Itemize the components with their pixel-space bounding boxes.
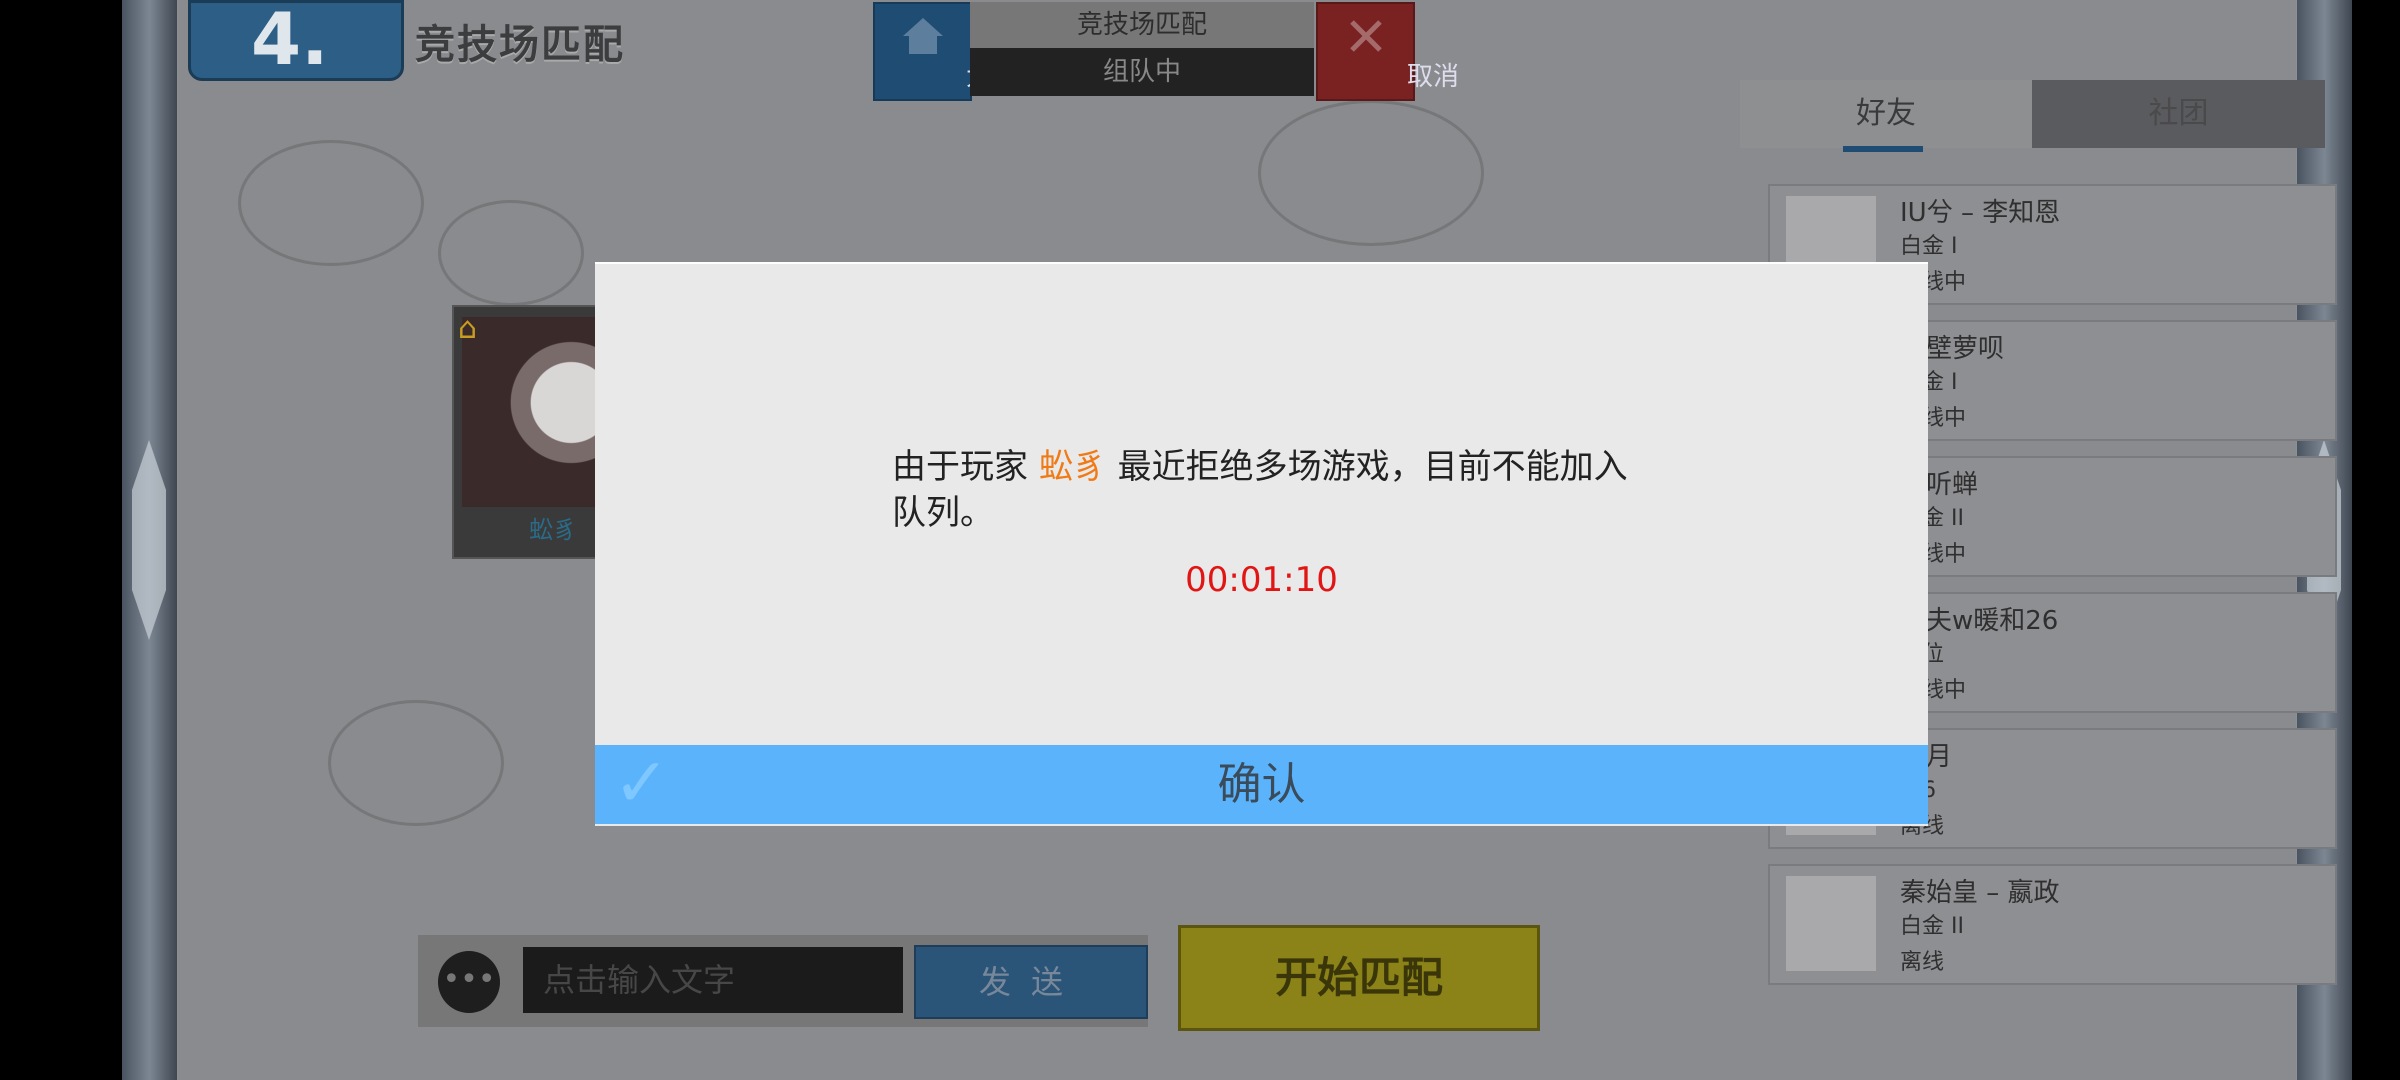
avatar	[1786, 876, 1876, 971]
tab-club[interactable]: 社团	[2032, 80, 2325, 148]
friend-rank: 白金 II	[1900, 914, 1964, 939]
cancel-button[interactable]: 取消	[1316, 2, 1459, 101]
queue-blocked-dialog: 由于玩家 蚣豸 最近拒绝多场游戏，目前不能加入队列。 00:01:10	[595, 262, 1928, 826]
dialog-player-name: 蚣豸	[1038, 447, 1107, 487]
home-icon	[902, 18, 943, 54]
left-rail	[122, 0, 177, 1080]
mode-title: 竞技场匹配	[970, 2, 1314, 48]
friend-name: 秦始皇 – 嬴政	[1900, 878, 2060, 908]
chat-bar: ••• 点击输入文字 发送	[418, 935, 1148, 1027]
send-button[interactable]: 发送	[914, 945, 1148, 1019]
cancel-button-label: 取消	[1406, 62, 1459, 92]
dialog-message-prefix: 由于玩家	[892, 447, 1039, 487]
friend-rank: 白金 I	[1900, 234, 1958, 259]
active-tab-marker	[1843, 146, 1923, 152]
confirm-button[interactable]: ✓ 确认	[595, 745, 1928, 824]
background-art	[438, 200, 584, 306]
friend-status: 离线	[1900, 950, 1945, 975]
chat-input[interactable]: 点击输入文字	[523, 947, 903, 1013]
match-status: 组队中	[970, 48, 1314, 96]
background-art	[328, 700, 504, 826]
background-art	[1258, 100, 1484, 246]
left-rail-handle	[132, 440, 166, 640]
hall-button[interactable]: 大厅	[873, 2, 1018, 101]
social-tabs: 好友 社团	[1740, 80, 2325, 148]
back-button-number: 4.	[251, 0, 329, 81]
dialog-message: 由于玩家 蚣豸 最近拒绝多场游戏，目前不能加入队列。	[892, 444, 1652, 536]
tab-friends[interactable]: 好友	[1740, 80, 2032, 148]
chat-bubble-icon[interactable]: •••	[438, 951, 500, 1013]
leader-home-icon: ⌂	[458, 311, 478, 346]
friend-item[interactable]: 秦始皇 – 嬴政 白金 II 离线	[1768, 864, 2337, 985]
friend-name: IU兮 – 李知恩	[1900, 198, 2061, 228]
background-art	[238, 140, 424, 266]
close-icon	[1349, 20, 1382, 52]
back-button[interactable]: 4.	[188, 0, 404, 81]
check-icon: ✓	[613, 744, 670, 823]
page-title: 竞技场匹配	[415, 22, 625, 68]
confirm-button-label: 确认	[1217, 759, 1306, 810]
start-match-button[interactable]: 开始匹配	[1178, 925, 1540, 1031]
cooldown-timer: 00:01:10	[1185, 560, 1338, 600]
